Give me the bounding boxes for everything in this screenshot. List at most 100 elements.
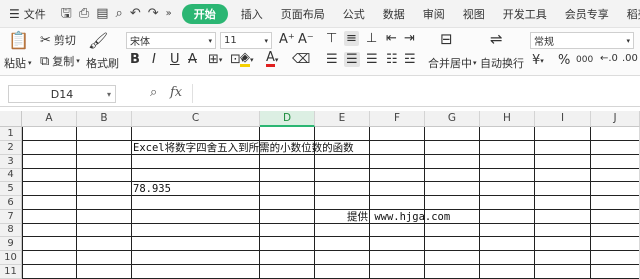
align-center-button[interactable]: ☰ <box>344 52 360 67</box>
row-header-6[interactable]: 6 <box>0 196 22 210</box>
column-header-e[interactable]: E <box>315 111 370 127</box>
row-header-11[interactable]: 11 <box>0 265 22 279</box>
row-header-8[interactable]: 8 <box>0 224 22 237</box>
font-name-select[interactable]: 宋体 ▾ <box>126 32 216 49</box>
tab-view[interactable]: 视图 <box>454 0 494 28</box>
clear-format-button[interactable]: ⌫ <box>292 52 310 67</box>
font-color-button[interactable]: A ▾ <box>266 50 278 67</box>
gridline <box>76 127 77 279</box>
zoom-search-icon[interactable]: ⌕ <box>150 85 157 100</box>
align-middle-button[interactable]: ≡ <box>344 31 359 46</box>
indent-right-button[interactable]: ⇥ <box>404 31 415 46</box>
formula-input[interactable] <box>192 84 632 103</box>
align-top-button[interactable]: ⊤ <box>326 31 337 46</box>
column-header-h[interactable]: H <box>480 111 535 127</box>
cell-c5[interactable]: 78.935 <box>133 182 171 196</box>
cut-button[interactable]: ✂ 剪切 <box>40 32 76 48</box>
preview-icon[interactable]: ⌕ <box>116 7 123 20</box>
cell-e7[interactable]: 提供 www.hjga.com <box>347 210 450 224</box>
distribute-button[interactable]: ☲ <box>404 52 416 67</box>
column-header-j[interactable]: J <box>591 111 640 127</box>
percent-button[interactable]: % <box>558 53 570 68</box>
tab-home[interactable]: 开始 <box>181 3 228 24</box>
row-header-2[interactable]: 2 <box>0 141 22 155</box>
function-icon[interactable]: fx <box>170 85 182 100</box>
copy-button[interactable]: ⧉ 复制 ▾ <box>40 53 80 69</box>
column-header-g[interactable]: G <box>425 111 480 127</box>
tab-page-layout[interactable]: 页面布局 <box>272 0 334 28</box>
number-format-select[interactable]: 常规 ▾ <box>530 32 634 49</box>
font-color-icon: A <box>266 50 275 67</box>
column-header-i[interactable]: I <box>535 111 591 127</box>
thousands-button[interactable]: 000 <box>576 55 593 65</box>
save-icon[interactable]: 🖫 <box>61 7 72 20</box>
decrease-decimal-button[interactable]: .00 <box>622 53 638 64</box>
paste-dropdown[interactable]: 粘贴 ▾ <box>4 55 32 71</box>
tab-review[interactable]: 审阅 <box>414 0 454 28</box>
align-center-icon: ☰ <box>346 52 358 67</box>
undo-icon[interactable]: ↶ <box>130 7 141 20</box>
strikethrough-icon: A <box>188 52 197 67</box>
number-format-value: 常规 <box>534 37 554 48</box>
currency-icon: ¥ <box>532 53 541 68</box>
chevron-down-icon: ▾ <box>626 36 630 45</box>
tab-developer[interactable]: 开发工具 <box>494 0 556 28</box>
tab-insert[interactable]: 插入 <box>232 0 272 28</box>
underline-button[interactable]: U <box>170 52 180 67</box>
format-painter-button[interactable]: 🖌 <box>88 31 108 50</box>
indent-left-button[interactable]: ⇤ <box>386 31 397 46</box>
tab-docer-resources[interactable]: 稻壳资源 <box>618 0 640 28</box>
row-header-7[interactable]: 7 <box>0 210 22 224</box>
paste-button[interactable]: 📋 <box>6 31 32 51</box>
select-all-corner[interactable] <box>0 111 22 127</box>
row-header-5[interactable]: 5 <box>0 182 22 196</box>
redo-icon[interactable]: ↷ <box>148 7 159 20</box>
align-bottom-button[interactable]: ⊥ <box>366 31 377 46</box>
column-header-d[interactable]: D <box>260 111 315 127</box>
tab-data[interactable]: 数据 <box>374 0 414 28</box>
row-header-3[interactable]: 3 <box>0 155 22 169</box>
borders-button[interactable]: ⊞ ▾ <box>208 52 222 67</box>
align-right-button[interactable]: ☰ <box>366 52 378 67</box>
column-header-f[interactable]: F <box>370 111 425 127</box>
bold-button[interactable]: B <box>130 52 140 67</box>
gridline <box>22 209 640 210</box>
tab-formulas[interactable]: 公式 <box>334 0 374 28</box>
gridline <box>590 127 591 279</box>
fill-color-button[interactable]: ◈ ▾ <box>240 50 254 67</box>
font-grow-icon: A⁺ <box>279 32 295 47</box>
gridline <box>22 264 640 265</box>
column-header-a[interactable]: A <box>22 111 77 127</box>
decrease-font-button[interactable]: A⁻ <box>298 32 314 47</box>
font-size-select[interactable]: 11 ▾ <box>220 32 272 49</box>
merge-center-icon-button[interactable]: ⊟ <box>440 30 453 48</box>
print-preview-icon[interactable]: ⎙ <box>79 7 89 20</box>
align-left-button[interactable]: ☰ <box>326 52 338 67</box>
more-chevron-icon[interactable]: » <box>166 8 172 19</box>
justify-button[interactable]: ☷ <box>386 52 398 67</box>
name-box[interactable]: D14 ▾ <box>8 85 116 103</box>
row-header-9[interactable]: 9 <box>0 237 22 251</box>
print-icon[interactable]: ▤ <box>96 7 108 20</box>
paint-bucket-icon: ◈ <box>240 50 250 67</box>
row-header-1[interactable]: 1 <box>0 127 22 141</box>
justify-icon: ☷ <box>386 52 398 67</box>
column-header-b[interactable]: B <box>77 111 132 127</box>
increase-decimal-button[interactable]: ←.0 <box>600 53 618 64</box>
wrap-text-icon-button[interactable]: ⇌ <box>490 30 503 48</box>
font-shrink-icon: A⁻ <box>298 32 314 47</box>
merge-center-button[interactable]: 合并居中 ▾ <box>428 55 477 71</box>
distribute-icon: ☲ <box>404 52 416 67</box>
row-header-10[interactable]: 10 <box>0 251 22 265</box>
file-menu[interactable]: ☰ 文件 <box>0 0 55 28</box>
italic-button[interactable]: I <box>152 52 156 67</box>
wrap-text-button[interactable]: 自动换行 <box>480 55 524 71</box>
strikethrough-button[interactable]: A <box>188 52 197 67</box>
tab-member[interactable]: 会员专享 <box>556 0 618 28</box>
cell-c2[interactable]: Excel将数字四舍五入到所需的小数位数的函数 <box>133 141 354 155</box>
spreadsheet-grid[interactable]: A B C D E F G H I J 1 2 3 4 5 6 7 8 9 10… <box>0 111 640 279</box>
currency-button[interactable]: ¥ ▾ <box>532 53 544 68</box>
row-header-4[interactable]: 4 <box>0 169 22 182</box>
increase-font-button[interactable]: A⁺ <box>279 32 295 47</box>
column-header-c[interactable]: C <box>132 111 260 127</box>
